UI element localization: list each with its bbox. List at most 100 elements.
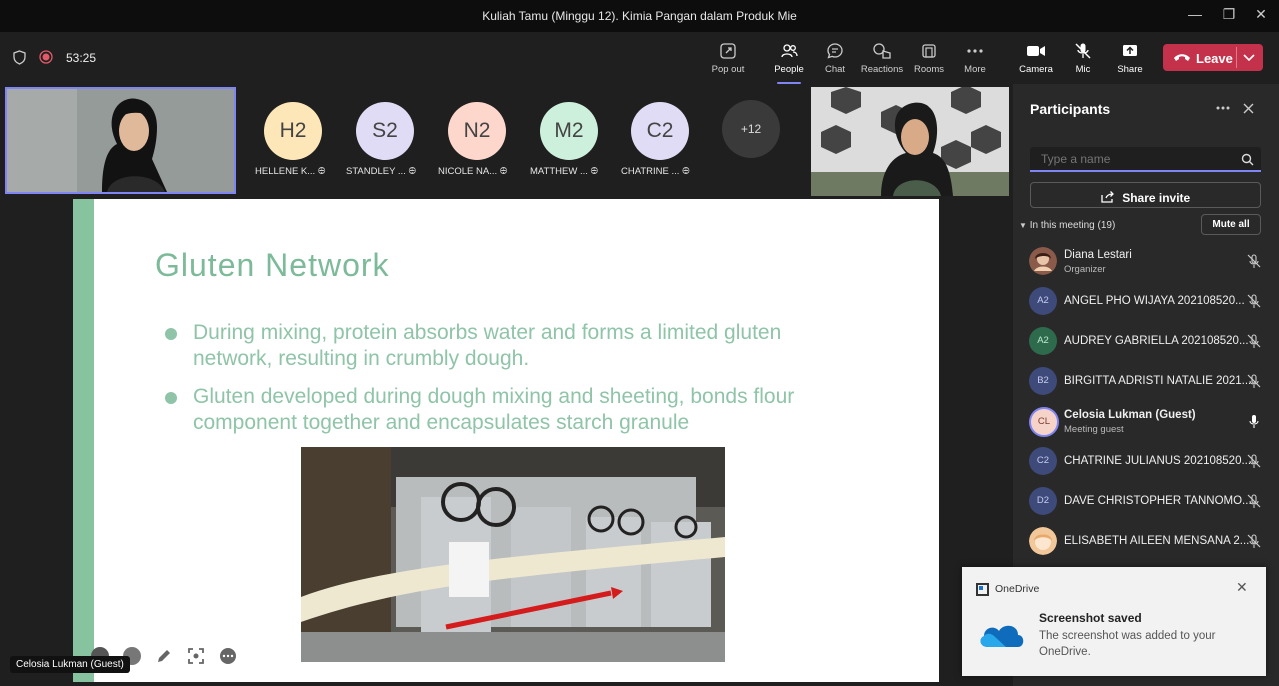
hang-up-icon [1174,54,1190,61]
mic-off-icon [1247,494,1261,508]
close-icon[interactable]: ✕ [1236,579,1248,596]
pop-out-button[interactable]: Pop out [704,40,752,80]
speaker-video-tile[interactable] [811,87,1009,196]
avatar: A2 [1029,327,1057,355]
participant-name: ANGEL PHO WIJAYA 202108520... [1064,295,1245,307]
camera-button[interactable]: Camera [1012,40,1060,80]
slide-bullet-1: During mixing, protein absorbs water and… [193,321,782,370]
mic-on-icon [1249,415,1259,428]
mic-off-icon [1247,454,1261,468]
participant-video [811,87,1009,196]
participant-row[interactable]: ELISABETH AILEEN MENSANA 2... [1013,524,1279,560]
leave-divider [1236,47,1237,68]
in-meeting-header[interactable]: ▼ In this meeting (19) [1019,220,1115,231]
onedrive-app-icon [976,583,989,596]
share-icon [1123,45,1137,56]
mute-all-button[interactable]: Mute all [1201,214,1261,235]
avatar-initials: C2 [1036,455,1050,466]
mic-off-icon [1247,294,1261,308]
participant-name: DAVE CHRISTOPHER TANNOMO... [1064,495,1252,507]
focus-icon[interactable] [187,647,205,665]
participant-row[interactable]: A2 ANGEL PHO WIJAYA 202108520... [1013,284,1279,320]
mic-off-icon: ⨸ [408,166,416,177]
mic-button[interactable]: Mic [1059,40,1107,80]
participant-row[interactable]: CL Celosia Lukman (Guest) Meeting guest [1013,404,1279,440]
toast-app-name: OneDrive [995,583,1040,595]
avatar-matthew[interactable]: M2 [540,102,598,160]
shared-slide: Gluten Network During mixing, protein ab… [73,199,939,682]
rooms-label: Rooms [913,64,945,75]
self-video-tile[interactable] [5,87,236,194]
mic-off-icon: ⨸ [317,166,326,177]
reactions-icon [873,43,891,59]
chat-icon [827,43,843,59]
mic-off-icon [1247,374,1261,388]
tile-name-chatrine: CHATRINE ... ⨸ [621,166,690,177]
more-button[interactable]: More [951,40,999,80]
participant-name: ELISABETH AILEEN MENSANA 2... [1064,535,1250,547]
onedrive-toast[interactable]: OneDrive ✕ Screenshot saved The screensh… [962,567,1266,676]
avatar-initials: C2 [646,119,674,142]
search-input[interactable] [1039,151,1233,167]
tile-name-nicole: NICOLE NA... ⨸ [438,166,507,177]
tile-name-standley: STANDLEY ... ⨸ [346,166,416,177]
minimize-icon[interactable]: — [1180,6,1210,26]
avatar-standley[interactable]: S2 [356,102,414,160]
title-bar: Kuliah Tamu (Minggu 12). Kimia Pangan da… [0,0,1279,32]
pen-icon[interactable] [155,647,173,665]
more-icon[interactable] [1216,106,1230,110]
slide-title: Gluten Network [155,247,390,283]
participant-row[interactable]: C2 CHATRINE JULIANUS 202108520... [1013,444,1279,480]
avatar-initials: N2 [463,119,491,142]
participant-row[interactable]: Diana Lestari Organizer [1013,244,1279,280]
avatar-chatrine[interactable]: C2 [631,102,689,160]
tile-name-text: NICOLE NA... [438,166,498,177]
reactions-button[interactable]: Reactions [858,40,906,80]
mic-off-icon [1075,43,1091,59]
avatar [1029,247,1057,275]
slide-bullet-2: Gluten developed during dough mixing and… [193,385,795,434]
participant-row[interactable]: D2 DAVE CHRISTOPHER TANNOMO... [1013,484,1279,520]
close-window-icon[interactable]: ✕ [1246,6,1276,26]
participant-name: Celosia Lukman (Guest) [1064,409,1196,421]
participant-row[interactable]: B2 BIRGITTA ADRISTI NATALIE 2021... [1013,364,1279,400]
close-icon[interactable] [1243,103,1254,114]
tile-name-matthew: MATTHEW ... ⨸ [530,166,598,177]
share-invite-icon [1101,191,1114,203]
avatar: D2 [1029,487,1057,515]
rooms-button[interactable]: Rooms [905,40,953,80]
presenter-name-chip: Celosia Lukman (Guest) [10,656,130,673]
restore-icon[interactable]: ❐ [1214,6,1244,26]
avatar: B2 [1029,367,1057,395]
mic-off-icon: ⨸ [682,166,690,177]
people-icon [781,44,798,58]
avatar [1029,527,1057,555]
avatar-initials: D2 [1036,495,1050,506]
share-button[interactable]: Share [1106,40,1154,80]
people-button[interactable]: People [765,40,813,84]
camera-icon [1027,46,1045,56]
meeting-timer: 53:25 [66,51,97,65]
toast-title: Screenshot saved [1039,611,1142,625]
share-invite-button[interactable]: Share invite [1030,182,1261,208]
avatar-initials: CL [1037,416,1051,427]
participant-role: Organizer [1064,264,1106,275]
chevron-down-icon[interactable] [1243,54,1255,62]
overflow-participants[interactable]: +12 [722,100,780,158]
avatar-nicole[interactable]: N2 [448,102,506,160]
participant-role: Meeting guest [1064,424,1124,435]
mic-off-icon: ⨸ [499,166,508,177]
leave-button[interactable]: Leave [1163,44,1263,71]
avatar-initials: H2 [279,119,307,142]
tile-name-text: HELLENE K... [255,166,316,177]
participant-row[interactable]: A2 AUDREY GABRIELLA 202108520... [1013,324,1279,360]
participant-name: CHATRINE JULIANUS 202108520... [1064,455,1252,467]
chat-button[interactable]: Chat [811,40,859,80]
share-label: Share [1117,64,1143,75]
avatar-hellene[interactable]: H2 [264,102,322,160]
tile-name-text: MATTHEW ... [530,166,588,177]
mic-off-icon [1247,334,1261,348]
search-field[interactable] [1030,147,1261,172]
avatar-initials: B2 [1037,375,1049,386]
more-options-icon[interactable] [219,647,237,665]
